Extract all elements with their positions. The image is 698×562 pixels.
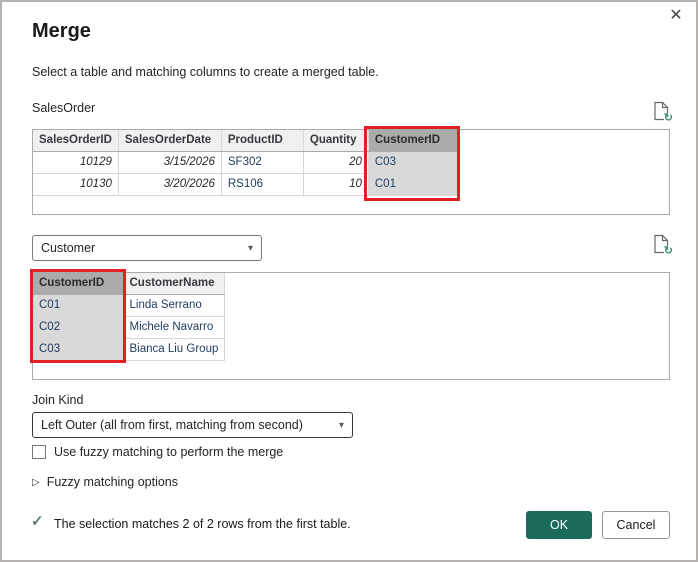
table-row: C01 Linda Serrano bbox=[33, 293, 226, 317]
cancel-button[interactable]: Cancel bbox=[602, 511, 670, 539]
ok-button[interactable]: OK bbox=[526, 511, 592, 539]
join-kind-value: Left Outer (all from first, matching fro… bbox=[41, 418, 303, 432]
refresh-preview-button-second[interactable]: ↻ bbox=[653, 234, 673, 257]
table-row: C03 Bianca Liu Group bbox=[33, 337, 226, 361]
cell[interactable]: 3/15/2026 bbox=[117, 150, 222, 174]
refresh-preview-button-first[interactable]: ↻ bbox=[653, 101, 673, 124]
table-row: 10130 3/20/2026 RS106 10 C01 bbox=[33, 172, 459, 196]
merge-dialog: ✕ Merge Select a table and matching colu… bbox=[0, 0, 698, 562]
column-header-selected[interactable]: CustomerID bbox=[33, 273, 124, 295]
join-kind-label: Join Kind bbox=[32, 393, 84, 407]
cell-selected[interactable]: C01 bbox=[33, 293, 124, 317]
status-message: The selection matches 2 of 2 rows from t… bbox=[54, 517, 351, 531]
cell[interactable]: 10 bbox=[302, 172, 369, 196]
cell[interactable]: 10129 bbox=[33, 150, 119, 174]
cell[interactable]: 3/20/2026 bbox=[117, 172, 222, 196]
column-header[interactable]: ProductID bbox=[220, 130, 304, 152]
refresh-icon: ↻ bbox=[663, 112, 673, 124]
cell[interactable]: Bianca Liu Group bbox=[122, 337, 226, 361]
fuzzy-options-label: Fuzzy matching options bbox=[46, 475, 179, 489]
table-header-row: CustomerID CustomerName bbox=[33, 273, 226, 295]
table-picker-value: Customer bbox=[41, 241, 96, 255]
cell[interactable]: RS106 bbox=[220, 172, 304, 196]
fuzzy-matching-row: Use fuzzy matching to perform the merge bbox=[32, 445, 283, 459]
refresh-icon: ↻ bbox=[663, 245, 673, 257]
cell-selected[interactable]: C01 bbox=[367, 172, 459, 196]
dialog-subtitle: Select a table and matching columns to c… bbox=[32, 65, 379, 79]
cell-selected[interactable]: C03 bbox=[33, 337, 124, 361]
cell[interactable]: 10130 bbox=[33, 172, 119, 196]
cell[interactable]: Linda Serrano bbox=[122, 293, 226, 317]
table-row: 10129 3/15/2026 SF302 20 C03 bbox=[33, 150, 459, 174]
dialog-title: Merge bbox=[32, 20, 91, 42]
success-check-icon: ✓ bbox=[31, 513, 44, 530]
table-header-row: SalesOrderID SalesOrderDate ProductID Qu… bbox=[33, 130, 459, 152]
column-header[interactable]: SalesOrderID bbox=[33, 130, 119, 152]
cell[interactable]: SF302 bbox=[220, 150, 304, 174]
first-table-preview: SalesOrderID SalesOrderDate ProductID Qu… bbox=[32, 126, 670, 215]
table-row: C02 Michele Navarro bbox=[33, 315, 226, 339]
fuzzy-options-expander[interactable]: ▷ Fuzzy matching options bbox=[32, 475, 178, 489]
join-kind-dropdown[interactable]: Left Outer (all from first, matching fro… bbox=[32, 412, 353, 438]
fuzzy-matching-label: Use fuzzy matching to perform the merge bbox=[54, 445, 284, 459]
table-picker-dropdown[interactable]: Customer ▾ bbox=[32, 235, 262, 261]
second-table-preview: CustomerID CustomerName C01 Linda Serran… bbox=[30, 269, 670, 380]
chevron-down-icon: ▾ bbox=[338, 419, 344, 431]
first-table-grid: SalesOrderID SalesOrderDate ProductID Qu… bbox=[33, 130, 459, 196]
column-header-selected[interactable]: CustomerID bbox=[367, 130, 459, 152]
cell-selected[interactable]: C03 bbox=[367, 150, 459, 174]
cell-selected[interactable]: C02 bbox=[33, 315, 124, 339]
column-header[interactable]: Quantity bbox=[302, 130, 369, 152]
close-icon[interactable]: ✕ bbox=[666, 6, 686, 26]
fuzzy-matching-checkbox[interactable] bbox=[32, 445, 46, 459]
first-table-label: SalesOrder bbox=[32, 101, 96, 115]
cell[interactable]: 20 bbox=[302, 150, 369, 174]
column-header[interactable]: CustomerName bbox=[122, 273, 226, 295]
second-table-grid: CustomerID CustomerName C01 Linda Serran… bbox=[33, 273, 226, 361]
chevron-down-icon: ▾ bbox=[247, 242, 253, 254]
expand-triangle-icon: ▷ bbox=[32, 476, 40, 488]
column-header[interactable]: SalesOrderDate bbox=[117, 130, 222, 152]
cell[interactable]: Michele Navarro bbox=[122, 315, 226, 339]
